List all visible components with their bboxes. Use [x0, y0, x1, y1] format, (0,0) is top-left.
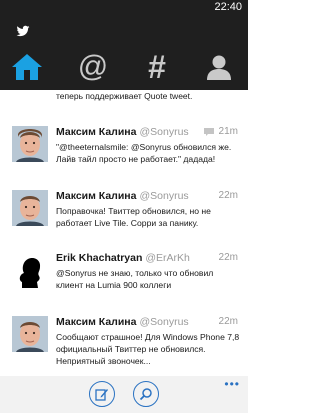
author-handle: @Sonyrus: [139, 190, 189, 202]
tweet-item[interactable]: Максим Калина @Sonyrus 21m "@theeternalsm…: [0, 126, 248, 190]
author-name: Erik Khachatryan: [56, 252, 143, 264]
tweet-time: 22m: [218, 190, 238, 201]
tweet-item[interactable]: Erik Khachatryan @ErArKh 22m @Sonyrus не …: [0, 252, 248, 316]
author-handle: @Sonyrus: [139, 316, 189, 328]
avatar[interactable]: [12, 316, 48, 352]
tweet-author[interactable]: Erik Khachatryan @ErArKh: [56, 252, 190, 264]
tab-mentions[interactable]: @: [70, 48, 116, 86]
tab-hashtags[interactable]: #: [134, 48, 180, 86]
more-options-button[interactable]: •••: [224, 377, 240, 391]
author-handle: @ErArKh: [145, 252, 190, 264]
author-name: Максим Калина: [56, 316, 137, 328]
tab-home[interactable]: [4, 48, 50, 86]
tweet-text: Сообщают страшное! Для Windows Phone 7,8…: [56, 332, 240, 366]
tab-profile[interactable]: [196, 48, 242, 86]
top-bar: 22:40 @ #: [0, 0, 248, 90]
tweet-author[interactable]: Максим Калина @Sonyrus: [56, 126, 189, 138]
tweet-time: 22m: [218, 252, 238, 263]
twitter-bird-icon: [16, 25, 30, 37]
search-button[interactable]: [133, 381, 159, 407]
tweet-author[interactable]: Максим Калина @Sonyrus: [56, 190, 189, 202]
reply-icon: [204, 128, 214, 136]
compose-button[interactable]: [89, 381, 115, 407]
tweet-time: 21m: [218, 126, 238, 137]
avatar[interactable]: [12, 252, 48, 288]
compose-icon: [95, 389, 108, 401]
tweet-text: Поправочка! Твиттер обновился, но не раб…: [56, 206, 211, 228]
tweet-item[interactable]: Максим Калина @Sonyrus 22m Поправочка! Тв…: [0, 190, 248, 254]
status-bar: 22:40: [0, 0, 248, 16]
search-icon: [139, 388, 152, 401]
home-icon: [12, 54, 42, 80]
app-bar: •••: [0, 376, 248, 413]
person-icon: [207, 55, 231, 80]
tweet-text-partial: теперь поддерживает Quote tweet.: [56, 91, 193, 101]
tweet-author[interactable]: Максим Калина @Sonyrus: [56, 316, 189, 328]
tweet-text: "@theeternalsmile: @Sonyrus обновился же…: [56, 142, 232, 164]
timeline-feed[interactable]: теперь поддерживает Quote tweet. Максим …: [0, 90, 248, 376]
tweet-text: @Sonyrus не знаю, только что обновил кли…: [56, 268, 214, 290]
status-clock: 22:40: [214, 1, 242, 13]
at-icon: @: [77, 50, 109, 83]
tweet-item[interactable]: Максим Калина @Sonyrus 22m Сообщают страш…: [0, 316, 248, 376]
pivot-tabs: @ #: [0, 48, 248, 86]
avatar[interactable]: [12, 190, 48, 226]
author-handle: @Sonyrus: [139, 126, 189, 138]
avatar[interactable]: [12, 126, 48, 162]
author-name: Максим Калина: [56, 190, 137, 202]
tweet-time: 22m: [218, 316, 238, 327]
author-name: Максим Калина: [56, 126, 137, 138]
hashtag-icon: #: [148, 49, 166, 85]
